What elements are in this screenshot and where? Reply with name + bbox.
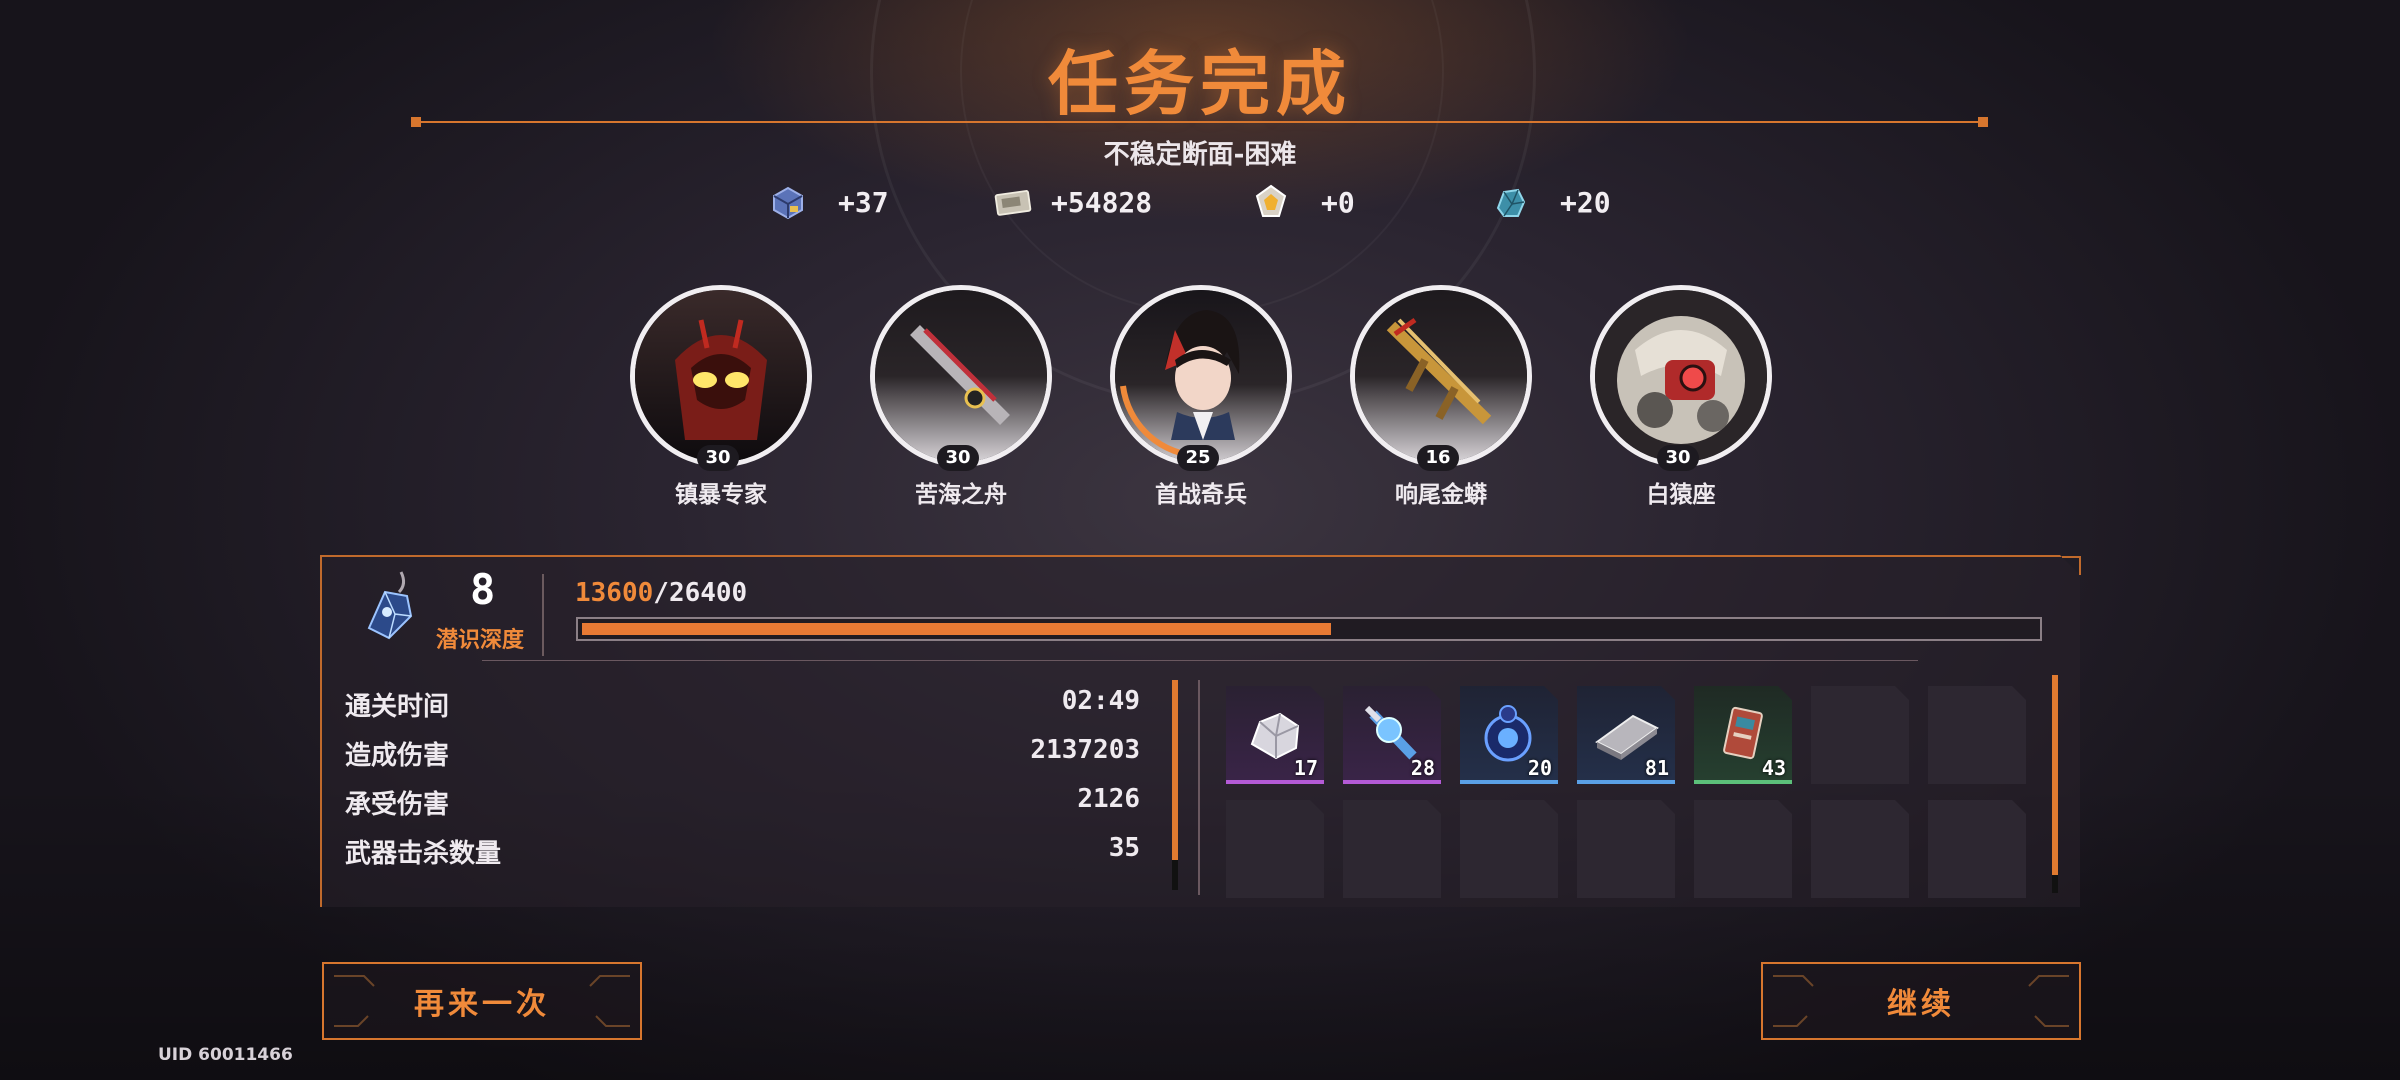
depth-separator xyxy=(542,574,544,656)
reward-quantity: 81 xyxy=(1644,756,1669,780)
reward-slot[interactable]: 43 xyxy=(1694,686,1792,784)
page-title: 任务完成 xyxy=(1048,43,1352,125)
reward-slot[interactable]: 17 xyxy=(1226,686,1324,784)
divider-end-left xyxy=(411,117,421,127)
depth-xp-text: 13600/26400 xyxy=(575,578,747,608)
character-name: 镇暴专家 xyxy=(675,482,767,508)
stat-label-damage-dealt: 造成伤害 xyxy=(345,741,450,771)
reward-quantity: 28 xyxy=(1410,756,1435,780)
empty-reward-slot xyxy=(1577,800,1675,898)
empty-reward-slot xyxy=(1928,800,2026,898)
currency-value: +54828 xyxy=(1051,185,1153,219)
depth-crystal-icon xyxy=(355,568,425,643)
divider-end-right xyxy=(1978,117,1988,127)
reward-quantity: 43 xyxy=(1761,756,1786,780)
currency-value: +0 xyxy=(1321,185,1355,219)
character-level: 16 xyxy=(1417,445,1459,471)
character-card[interactable]: 25 首战奇兵 xyxy=(1110,285,1292,508)
currency-reward: +0 xyxy=(1251,180,1355,224)
rarity-bar-purple xyxy=(1343,780,1441,784)
panel-vertical-divider xyxy=(1198,680,1200,895)
empty-reward-slot xyxy=(1928,686,2026,784)
blue-chest-icon xyxy=(768,182,808,222)
empty-reward-slot xyxy=(1694,800,1792,898)
rifle-weapon-portrait xyxy=(870,285,1052,467)
title-divider xyxy=(413,121,1987,123)
continue-button[interactable]: 继续 xyxy=(1761,962,2081,1040)
currency-reward: +20 xyxy=(1490,180,1611,224)
reward-quantity: 20 xyxy=(1527,756,1552,780)
gold-rifle-weapon-portrait xyxy=(1350,285,1532,467)
rarity-bar-blue xyxy=(1577,780,1675,784)
xp-total: 26400 xyxy=(668,578,748,608)
xp-current: 13600 xyxy=(575,578,654,608)
gold-crystal-icon xyxy=(1251,182,1291,222)
empty-reward-slot xyxy=(1811,800,1909,898)
reward-slot[interactable]: 28 xyxy=(1343,686,1441,784)
stat-value-weapon-kills: 35 xyxy=(1108,833,1140,863)
character-card[interactable]: 16 响尾金蟒 xyxy=(1350,285,1532,508)
character-level: 25 xyxy=(1177,445,1219,471)
currency-value: +37 xyxy=(838,185,889,219)
character-level: 30 xyxy=(697,445,739,471)
depth-progress-fill xyxy=(582,623,1331,635)
stat-value-clear-time: 02:49 xyxy=(1061,686,1140,716)
empty-reward-slot xyxy=(1460,800,1558,898)
retry-button[interactable]: 再来一次 xyxy=(322,962,642,1040)
character-name: 首战奇兵 xyxy=(1155,482,1247,508)
stat-value-damage-taken: 2126 xyxy=(1077,784,1140,814)
retry-button-label: 再来一次 xyxy=(414,987,550,1022)
panel-corner-deco xyxy=(2062,556,2081,575)
exp-arc xyxy=(1120,385,1202,459)
rewards-scrollbar-thumb[interactable] xyxy=(2052,675,2058,875)
character-level: 30 xyxy=(1657,445,1699,471)
character-level: 30 xyxy=(937,445,979,471)
currency-value: +20 xyxy=(1560,185,1611,219)
xp-separator: / xyxy=(653,578,669,608)
stat-label-clear-time: 通关时间 xyxy=(345,692,450,722)
reward-slot[interactable]: 20 xyxy=(1460,686,1558,784)
red-hair-character-portrait xyxy=(1110,285,1292,467)
user-id: UID 60011466 xyxy=(158,1045,293,1065)
character-name: 白猿座 xyxy=(1646,482,1716,508)
reward-quantity: 17 xyxy=(1293,756,1318,780)
rarity-bar-blue xyxy=(1460,780,1558,784)
empty-reward-slot xyxy=(1226,800,1324,898)
rarity-bar-purple xyxy=(1226,780,1324,784)
depth-progress-bar xyxy=(576,617,2042,641)
currency-reward: +54828 xyxy=(993,180,1152,224)
currency-reward: +37 xyxy=(768,180,889,224)
reward-slot[interactable]: 81 xyxy=(1577,686,1675,784)
character-card[interactable]: 30 白猿座 xyxy=(1590,285,1772,508)
rarity-bar-green xyxy=(1694,780,1792,784)
white-mech-portrait xyxy=(1590,285,1772,467)
panel-divider xyxy=(482,660,1918,661)
empty-reward-slot xyxy=(1811,686,1909,784)
depth-level: 8 xyxy=(470,565,496,614)
continue-button-label: 继续 xyxy=(1887,987,1955,1022)
depth-label: 潜识深度 xyxy=(436,628,525,653)
stage-name: 不稳定断面-困难 xyxy=(1103,140,1297,170)
stat-label-weapon-kills: 武器击杀数量 xyxy=(345,839,502,869)
stat-label-damage-taken: 承受伤害 xyxy=(345,790,450,820)
stats-scrollbar-thumb[interactable] xyxy=(1172,680,1178,860)
character-name: 响尾金蟒 xyxy=(1395,482,1487,508)
character-card[interactable]: 30 镇暴专家 xyxy=(630,285,812,508)
empty-reward-slot xyxy=(1343,800,1441,898)
stat-value-damage-dealt: 2137203 xyxy=(1030,735,1140,765)
character-card[interactable]: 30 苦海之舟 xyxy=(870,285,1052,508)
red-mech-portrait xyxy=(630,285,812,467)
character-name: 苦海之舟 xyxy=(915,482,1007,508)
silver-ticket-icon xyxy=(993,182,1033,222)
cyan-ore-icon xyxy=(1490,182,1530,222)
